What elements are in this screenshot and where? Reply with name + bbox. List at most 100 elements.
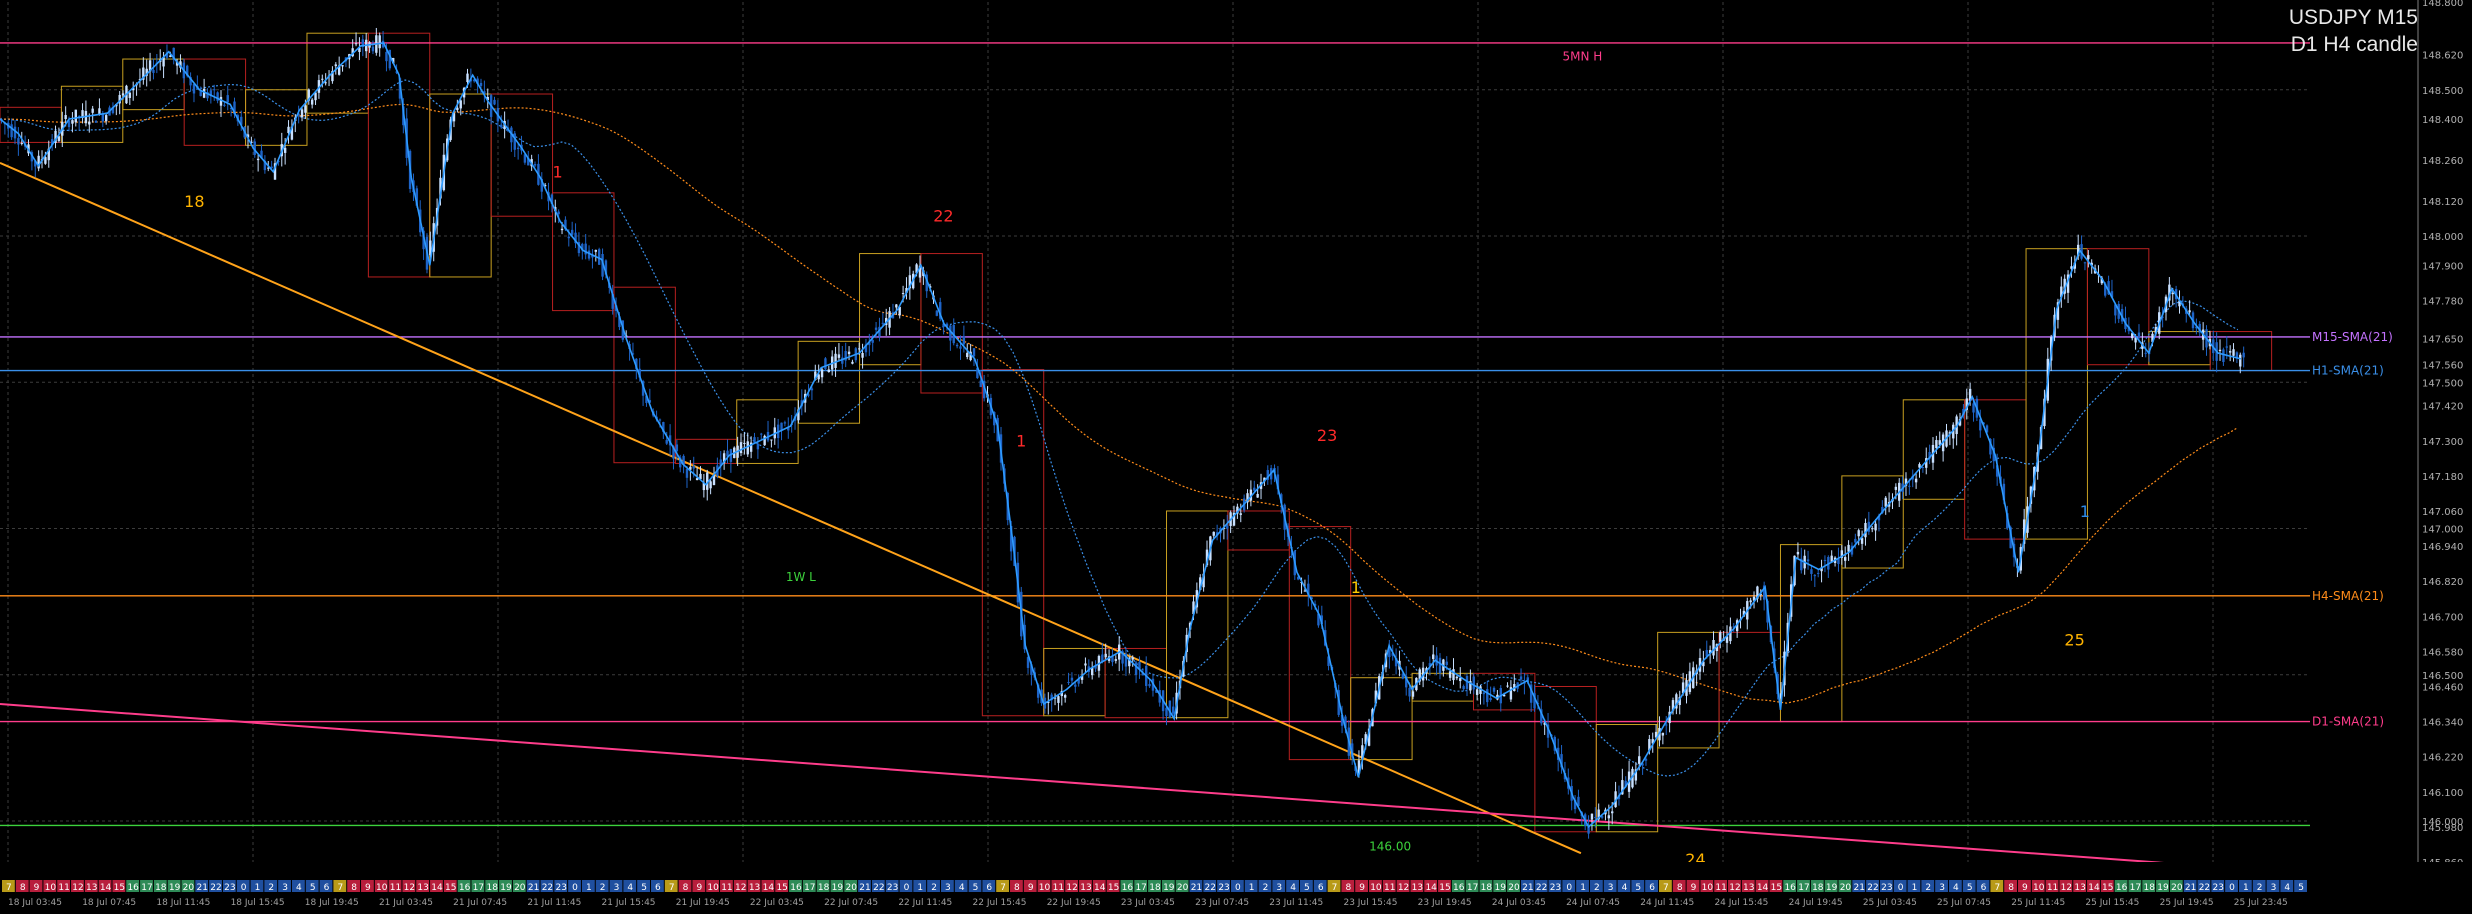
candle-body [1519,676,1523,680]
hour-label: 18 [818,883,830,893]
annotation-label: 1 [1016,432,1026,451]
hour-label: 13 [417,883,428,893]
hour-label: 8 [1677,883,1683,893]
candle-body [1070,677,1074,681]
candle-body [685,469,689,478]
hour-label: 0 [1898,883,1904,893]
candle-body [770,439,773,441]
price-tick: 147.000 [2422,525,2463,536]
candle-body [128,92,132,98]
candle-body [1459,678,1462,682]
hour-label: 11 [58,883,69,893]
hour-label: 5 [2298,883,2304,893]
hour-label: 7 [6,883,12,893]
hour-label: 5 [641,883,647,893]
hour-label: 0 [572,883,578,893]
candle-body [1860,538,1864,544]
candle-body [874,327,878,330]
sma-label-m15: M15-SMA(21) [2312,330,2393,344]
hour-label: 3 [1608,883,1614,893]
price-chart[interactable]: 211812212311W L146.00242515MN HM15-SMA(2… [0,0,2472,914]
candle-body [466,73,469,83]
candle-body [459,100,462,109]
candle-body [2083,262,2087,264]
candle-body [121,93,125,96]
candle-body [1810,569,1813,574]
hour-label: 20 [183,883,195,893]
candle-body [2239,354,2242,367]
hour-label: 7 [1994,883,2000,893]
hour-label: 19 [1494,883,1506,893]
hour-label: 22 [1536,883,1547,893]
candle-body [739,442,743,454]
hour-label: 14 [431,883,443,893]
candle-body [516,147,520,150]
candle-body [756,443,760,450]
hour-label: 11 [1384,883,1395,893]
hour-label: 0 [1566,883,1572,893]
time-tick: 22 Jul 07:45 [824,898,878,908]
hour-label: 2 [1263,883,1269,893]
candle-body [1472,676,1475,690]
hour-label: 14 [1425,883,1437,893]
candle-body [2228,351,2232,353]
candle-body [1749,600,1752,603]
time-tick: 22 Jul 15:45 [973,898,1027,908]
annotation-label: 1 [1351,578,1361,597]
hour-label: 2 [1594,883,1600,893]
hour-label: 14 [100,883,112,893]
candle-body [378,35,381,49]
candle-body [837,354,841,358]
candle-body [1914,478,1918,483]
candle-body [98,108,101,114]
candle-body [827,369,831,373]
candle-body [493,99,496,105]
candle-body [1884,497,1887,507]
hour-label: 1 [1249,883,1255,893]
subtitle-label: D1 H4 candle [2290,33,2418,56]
hour-label: 5 [1967,883,1973,893]
hour-label: 3 [614,883,620,893]
hour-label: 15 [114,883,125,893]
annotation-label: 5MN H [1563,50,1603,64]
candle-body [665,440,668,444]
hour-label: 12 [2061,883,2072,893]
hour-label: 21 [859,883,870,893]
hour-label: 5 [1635,883,1641,893]
time-tick: 18 Jul 15:45 [231,898,285,908]
hour-label: 13 [1743,883,1754,893]
hour-label: 15 [2102,883,2113,893]
candle-body [780,422,783,431]
annotation-label: 18 [184,192,204,211]
candle-body [979,380,982,388]
candle-body [1935,440,1938,449]
candle-body [2222,349,2225,363]
price-tick: 148.400 [2422,115,2463,126]
hour-label: 19 [1163,883,1175,893]
hour-label: 2 [2257,883,2263,893]
hour-label: 12 [1729,883,1740,893]
candle-body [2171,292,2174,295]
price-tick: 147.420 [2422,402,2463,413]
hour-label: 23 [887,883,898,893]
candle-body [71,120,74,124]
candle-body [962,336,966,345]
candle-body [1408,687,1411,697]
hour-label: 0 [1235,883,1241,893]
annotation-label: 146.00 [1369,839,1411,853]
hour-label: 18 [486,883,498,893]
candle-body [935,310,939,316]
time-tick: 21 Jul 19:45 [676,898,730,908]
price-tick: 148.500 [2422,86,2463,97]
hour-label: 10 [1039,883,1051,893]
time-tick: 24 Jul 15:45 [1714,898,1768,908]
candle-body [1455,676,1459,679]
candle-body [1445,661,1448,665]
time-tick: 18 Jul 19:45 [305,898,359,908]
sma-label-h4: H4-SMA(21) [2312,589,2384,603]
candle-body [1226,525,1229,529]
candle-body [479,82,483,86]
candle-body [2188,310,2191,313]
candle-body [533,164,537,166]
hour-label: 20 [514,883,526,893]
